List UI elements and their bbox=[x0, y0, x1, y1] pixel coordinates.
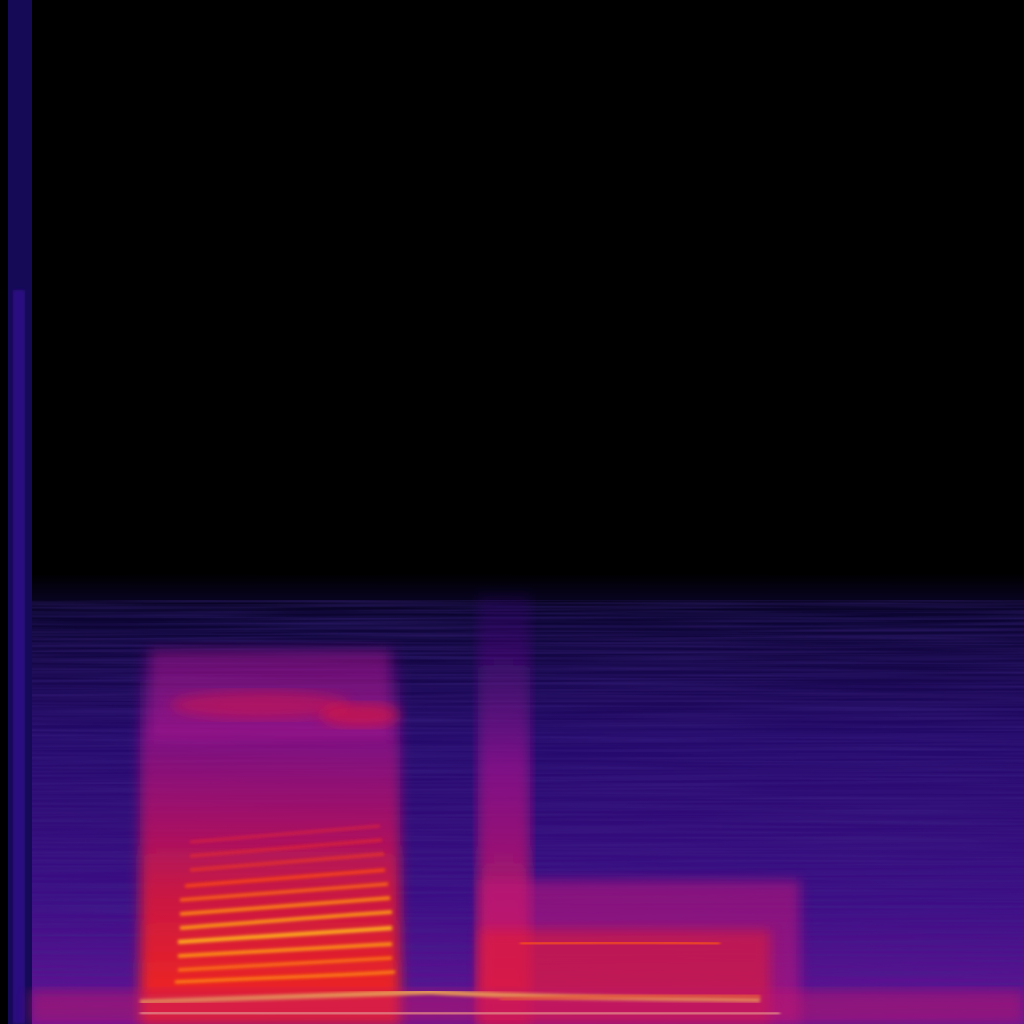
formant-blob-2 bbox=[320, 703, 400, 727]
second-harmonic-line bbox=[519, 941, 721, 946]
bottom-glow bbox=[30, 990, 1024, 1024]
left-edge-stripe-core bbox=[13, 290, 25, 1024]
spectrogram-image bbox=[0, 0, 1024, 1024]
